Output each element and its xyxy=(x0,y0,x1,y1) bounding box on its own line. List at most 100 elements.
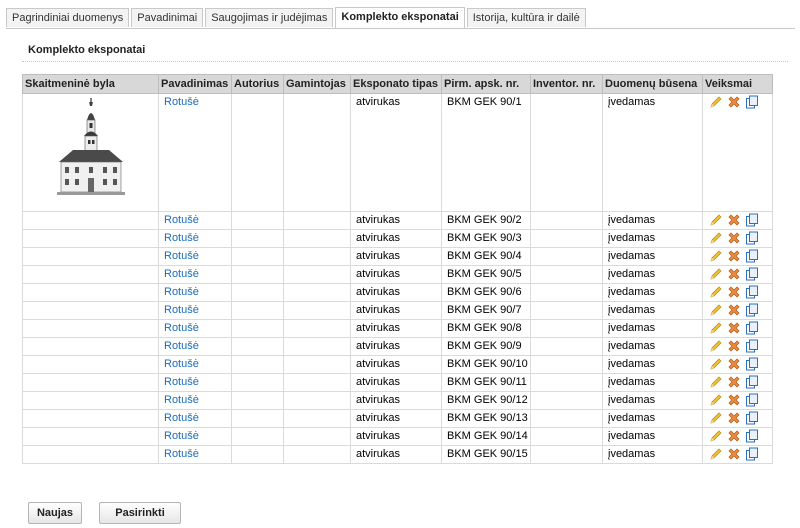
item-name-link[interactable]: Rotušė xyxy=(164,304,199,316)
col-header-inv[interactable]: Inventor. nr. xyxy=(530,74,603,94)
edit-pencil-icon[interactable] xyxy=(709,393,723,407)
edit-pencil-icon[interactable] xyxy=(709,231,723,245)
copy-document-icon[interactable] xyxy=(745,429,759,443)
new-button[interactable]: Naujas xyxy=(28,502,82,524)
edit-pencil-icon[interactable] xyxy=(709,303,723,317)
tab-history[interactable]: Istorija, kultūra ir dailė xyxy=(466,8,586,27)
copy-document-icon[interactable] xyxy=(745,249,759,263)
copy-document-icon[interactable] xyxy=(745,375,759,389)
table-row[interactable]: Rotušė atvirukas BKM GEK 90/14 įvedamas xyxy=(22,427,773,446)
copy-document-icon[interactable] xyxy=(745,411,759,425)
copy-document-icon[interactable] xyxy=(745,303,759,317)
copy-document-icon[interactable] xyxy=(745,231,759,245)
table-row[interactable]: Rotušė atvirukas BKM GEK 90/12 įvedamas xyxy=(22,391,773,410)
copy-document-icon[interactable] xyxy=(745,321,759,335)
copy-document-icon[interactable] xyxy=(745,357,759,371)
cell-name[interactable]: Rotušė xyxy=(158,427,232,446)
table-row[interactable]: Rotušė atvirukas BKM GEK 90/4 įvedamas xyxy=(22,247,773,266)
item-name-link[interactable]: Rotušė xyxy=(164,412,199,424)
table-row[interactable]: Rotušė atvirukas BKM GEK 90/15 įvedamas xyxy=(22,445,773,464)
table-row[interactable]: Rotušė atvirukas BKM GEK 90/10 įvedamas xyxy=(22,355,773,374)
copy-document-icon[interactable] xyxy=(745,393,759,407)
table-row[interactable]: Rotušė atvirukas BKM GEK 90/6 įvedamas xyxy=(22,283,773,302)
item-name-link[interactable]: Rotušė xyxy=(164,376,199,388)
tab-storage[interactable]: Saugojimas ir judėjimas xyxy=(205,8,334,27)
col-header-type[interactable]: Eksponato tipas xyxy=(350,74,442,94)
item-name-link[interactable]: Rotušė xyxy=(164,214,199,226)
cell-name[interactable]: Rotušė xyxy=(158,93,232,212)
edit-pencil-icon[interactable] xyxy=(709,375,723,389)
cell-name[interactable]: Rotušė xyxy=(158,445,232,464)
col-header-status[interactable]: Duomenų būsena xyxy=(602,74,703,94)
delete-x-icon[interactable] xyxy=(727,285,741,299)
delete-x-icon[interactable] xyxy=(727,213,741,227)
tab-names[interactable]: Pavadinimai xyxy=(131,8,204,27)
cell-name[interactable]: Rotušė xyxy=(158,247,232,266)
cell-name[interactable]: Rotušė xyxy=(158,283,232,302)
item-name-link[interactable]: Rotušė xyxy=(164,286,199,298)
edit-pencil-icon[interactable] xyxy=(709,249,723,263)
delete-x-icon[interactable] xyxy=(727,303,741,317)
delete-x-icon[interactable] xyxy=(727,393,741,407)
thumbnail-image[interactable] xyxy=(50,96,131,206)
delete-x-icon[interactable] xyxy=(727,321,741,335)
delete-x-icon[interactable] xyxy=(727,429,741,443)
tab-set-items[interactable]: Komplekto eksponatai xyxy=(335,7,465,28)
table-row[interactable]: Rotušė atvirukas BKM GEK 90/13 įvedamas xyxy=(22,409,773,428)
copy-document-icon[interactable] xyxy=(745,447,759,461)
item-name-link[interactable]: Rotušė xyxy=(164,358,199,370)
table-row[interactable]: Rotušė atvirukas BKM GEK 90/9 įvedamas xyxy=(22,337,773,356)
edit-pencil-icon[interactable] xyxy=(709,285,723,299)
cell-name[interactable]: Rotušė xyxy=(158,337,232,356)
edit-pencil-icon[interactable] xyxy=(709,429,723,443)
item-name-link[interactable]: Rotušė xyxy=(164,268,199,280)
item-name-link[interactable]: Rotušė xyxy=(164,96,199,108)
table-row[interactable]: Rotušė atvirukas BKM GEK 90/7 įvedamas xyxy=(22,301,773,320)
tab-general[interactable]: Pagrindiniai duomenys xyxy=(6,8,130,27)
table-row[interactable]: Rotušė atvirukas BKM GEK 90/8 įvedamas xyxy=(22,319,773,338)
cell-name[interactable]: Rotušė xyxy=(158,229,232,248)
copy-document-icon[interactable] xyxy=(745,95,759,109)
item-name-link[interactable]: Rotušė xyxy=(164,340,199,352)
delete-x-icon[interactable] xyxy=(727,339,741,353)
copy-document-icon[interactable] xyxy=(745,267,759,281)
cell-name[interactable]: Rotušė xyxy=(158,391,232,410)
col-header-name[interactable]: Pavadinimas xyxy=(158,74,232,94)
cell-name[interactable]: Rotušė xyxy=(158,319,232,338)
edit-pencil-icon[interactable] xyxy=(709,339,723,353)
table-row[interactable]: Rotušė atvirukas BKM GEK 90/2 įvedamas xyxy=(22,211,773,230)
delete-x-icon[interactable] xyxy=(727,411,741,425)
delete-x-icon[interactable] xyxy=(727,95,741,109)
table-row[interactable]: Rotušė atvirukas BKM GEK 90/5 įvedamas xyxy=(22,265,773,284)
edit-pencil-icon[interactable] xyxy=(709,447,723,461)
delete-x-icon[interactable] xyxy=(727,357,741,371)
edit-pencil-icon[interactable] xyxy=(709,321,723,335)
cell-name[interactable]: Rotušė xyxy=(158,373,232,392)
delete-x-icon[interactable] xyxy=(727,267,741,281)
delete-x-icon[interactable] xyxy=(727,375,741,389)
item-name-link[interactable]: Rotušė xyxy=(164,394,199,406)
copy-document-icon[interactable] xyxy=(745,339,759,353)
table-row[interactable]: Rotušė atvirukas BKM GEK 90/11 įvedamas xyxy=(22,373,773,392)
item-name-link[interactable]: Rotušė xyxy=(164,322,199,334)
item-name-link[interactable]: Rotušė xyxy=(164,250,199,262)
edit-pencil-icon[interactable] xyxy=(709,95,723,109)
col-header-reg[interactable]: Pirm. apsk. nr. xyxy=(441,74,531,94)
select-button[interactable]: Pasirinkti xyxy=(99,502,181,524)
cell-name[interactable]: Rotušė xyxy=(158,409,232,428)
delete-x-icon[interactable] xyxy=(727,249,741,263)
col-header-file[interactable]: Skaitmeninė byla xyxy=(22,74,159,94)
table-row[interactable]: Rotušė atvirukas BKM GEK 90/3 įvedamas xyxy=(22,229,773,248)
item-name-link[interactable]: Rotušė xyxy=(164,232,199,244)
cell-name[interactable]: Rotušė xyxy=(158,211,232,230)
edit-pencil-icon[interactable] xyxy=(709,357,723,371)
table-row[interactable]: Rotušė atvirukas BKM GEK 90/1 įvedamas xyxy=(22,93,773,212)
delete-x-icon[interactable] xyxy=(727,447,741,461)
cell-name[interactable]: Rotušė xyxy=(158,301,232,320)
delete-x-icon[interactable] xyxy=(727,231,741,245)
cell-name[interactable]: Rotušė xyxy=(158,265,232,284)
col-header-maker[interactable]: Gamintojas xyxy=(283,74,351,94)
col-header-author[interactable]: Autorius xyxy=(231,74,284,94)
edit-pencil-icon[interactable] xyxy=(709,411,723,425)
edit-pencil-icon[interactable] xyxy=(709,213,723,227)
